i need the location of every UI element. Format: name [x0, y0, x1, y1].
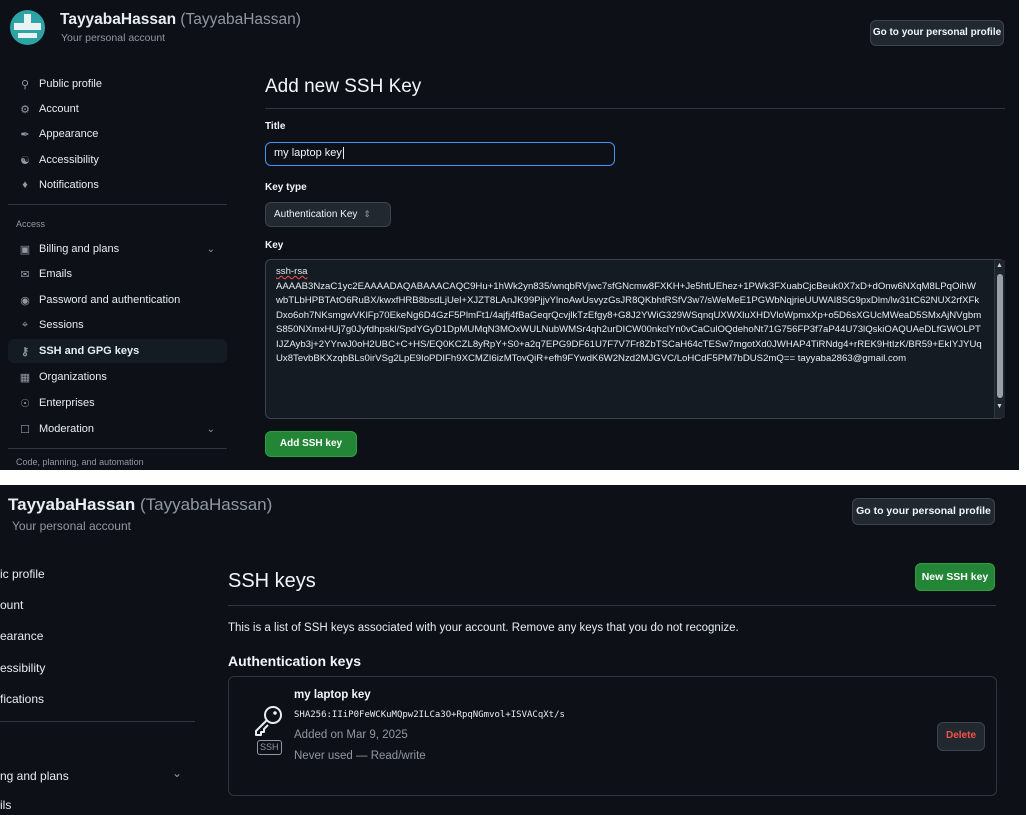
new-ssh-key-button[interactable]: New SSH key	[915, 563, 995, 591]
access-section-label: Access	[16, 219, 46, 229]
go-to-profile-button[interactable]: Go to your personal profile	[852, 498, 995, 525]
key-added-date: Added on Mar 9, 2025	[294, 729, 408, 741]
sidebar-item-moderation[interactable]: ☐ Moderation ⌄	[8, 417, 227, 441]
broadcast-icon: ⌖	[21, 318, 29, 331]
sidebar-item-accessibility[interactable]: ☯ Accessibility	[8, 148, 227, 172]
report-icon: ☐	[20, 423, 30, 436]
title-label: Title	[265, 121, 286, 132]
login-name: (TayyabaHassan)	[180, 11, 301, 28]
key-prefix: ssh-rsa	[276, 266, 308, 277]
sidebar-item-notifications[interactable]: ♦ Notifications	[8, 173, 227, 197]
sidebar-item-organizations[interactable]: ▦ Organizations	[8, 365, 227, 389]
sidebar-divider	[0, 721, 195, 722]
display-name: TayyabaHassan	[8, 495, 136, 514]
login-name: (TayyabaHassan)	[140, 495, 273, 514]
sidebar-item-label: SSH and GPG keys	[39, 345, 140, 357]
key-label: Key	[265, 240, 284, 251]
delete-key-button[interactable]: Delete	[937, 722, 985, 751]
sidebar-item-label: Sessions	[39, 319, 84, 331]
sidebar-item-emails[interactable]: ✉ Emails	[8, 262, 227, 286]
ssh-badge: SSH	[257, 740, 282, 755]
accessibility-icon: ☯	[20, 154, 30, 167]
key-icon: ⚷	[20, 345, 30, 358]
key-type-select[interactable]: Authentication Key ⇕	[265, 202, 391, 227]
sidebar-item-fragment[interactable]: fications	[0, 692, 44, 706]
sidebar-item-sessions[interactable]: ⌖ Sessions	[8, 313, 227, 337]
code-section-label: Code, planning, and automation	[16, 457, 144, 467]
key-usage: Never used — Read/write	[294, 750, 426, 762]
auth-keys-heading: Authentication keys	[228, 653, 362, 669]
display-name: TayyabaHassan	[60, 11, 177, 28]
sidebar-item-billing-and-plans[interactable]: ▣ Billing and plans ⌄	[8, 237, 227, 261]
add-ssh-key-panel: TayyabaHassan (TayyabaHassan) Your perso…	[0, 0, 1019, 470]
sidebar-item-label: Emails	[39, 268, 73, 280]
sidebar-item-label: Account	[39, 103, 79, 115]
sidebar-item-account[interactable]: ⚙ Account	[8, 97, 227, 121]
key-name: my laptop key	[294, 689, 371, 701]
key-fingerprint: SHA256:IIiP0FeWCKuMQpw2ILCa3O+RpqNGmvol+…	[294, 710, 565, 720]
sidebar-item-label: Accessibility	[39, 154, 99, 166]
sidebar-item-appearance[interactable]: ✒ Appearance	[8, 122, 227, 146]
sidebar-item-fragment[interactable]: ount	[0, 598, 23, 612]
sidebar-item-fragment[interactable]: ic profile	[0, 567, 45, 581]
gear-icon: ⚙	[20, 103, 30, 116]
sidebar-item-fragment[interactable]: earance	[0, 629, 43, 643]
title-input[interactable]: my laptop key	[265, 142, 615, 166]
ssh-keys-panel: TayyabaHassan (TayyabaHassan) Your perso…	[0, 485, 1026, 815]
sidebar-item-label: Public profile	[39, 78, 102, 90]
sidebar-item-label: Billing and plans	[39, 243, 120, 255]
go-to-profile-button[interactable]: Go to your personal profile	[870, 20, 1004, 46]
page-title: Add new SSH Key	[265, 76, 422, 97]
organization-icon: ▦	[19, 371, 31, 384]
scroll-up-icon[interactable]: ▲	[996, 262, 1003, 269]
key-textarea[interactable]: ssh-rsa AAAAB3NzaC1yc2EAAAADAQABAAACAQC9…	[265, 259, 1005, 419]
sidebar-item-label: Appearance	[39, 128, 99, 140]
globe-icon: ☉	[20, 397, 30, 410]
sidebar-item-password-and-authentication[interactable]: ◉ Password and authentication	[8, 288, 227, 312]
shield-lock-icon: ◉	[20, 294, 30, 307]
title-divider	[265, 108, 1005, 109]
sidebar-divider	[8, 448, 227, 449]
sidebar-item-label: Notifications	[39, 179, 99, 191]
avatar[interactable]	[10, 10, 45, 45]
account-subtitle: Your personal account	[12, 519, 131, 533]
sidebar-item-label: Password and authentication	[39, 294, 181, 306]
key-type-value: Authentication Key	[274, 209, 358, 220]
mail-icon: ✉	[20, 268, 30, 281]
key-icon	[255, 706, 282, 736]
chevron-down-icon: ⌄	[206, 423, 215, 435]
account-name: TayyabaHassan (TayyabaHassan)	[60, 11, 301, 29]
textarea-scrollbar[interactable]: ▲ ▼	[994, 260, 1005, 418]
sidebar-item-label: Organizations	[39, 371, 107, 383]
paintbrush-icon: ✒	[20, 128, 30, 141]
sidebar-item-label: Enterprises	[39, 397, 95, 409]
ssh-key-list-item: SSH my laptop key SHA256:IIiP0FeWCKuMQpw…	[228, 676, 997, 796]
sidebar-divider	[8, 204, 227, 205]
keys-description: This is a list of SSH keys associated wi…	[228, 622, 739, 634]
bell-icon: ♦	[22, 179, 28, 191]
sidebar-item-public-profile[interactable]: ⚲ Public profile	[8, 72, 227, 96]
sidebar-item-label: Moderation	[39, 423, 95, 435]
title-divider	[228, 605, 996, 606]
account-subtitle: Your personal account	[61, 32, 166, 44]
key-body: AAAAB3NzaC1yc2EAAAADAQABAAACAQC9Hu+1hWk2…	[276, 280, 982, 365]
sidebar-item-fragment[interactable]: essibility	[0, 661, 45, 675]
select-arrows-icon: ⇕	[363, 209, 371, 219]
person-icon: ⚲	[20, 78, 30, 91]
key-type-label: Key type	[265, 182, 307, 193]
scroll-thumb[interactable]	[997, 274, 1003, 398]
sidebar-item-fragment[interactable]: ils	[0, 798, 11, 812]
page-title: SSH keys	[228, 570, 316, 592]
chevron-down-icon: ⌄	[206, 243, 215, 255]
add-ssh-key-button[interactable]: Add SSH key	[265, 431, 357, 457]
account-name: TayyabaHassan (TayyabaHassan)	[8, 495, 272, 515]
sidebar-item-fragment[interactable]: ng and plans	[0, 769, 69, 783]
credit-card-icon: ▣	[19, 243, 31, 256]
title-input-value: my laptop key	[274, 147, 342, 159]
sidebar-item-ssh-and-gpg-keys[interactable]: ⚷ SSH and GPG keys	[8, 339, 227, 363]
chevron-down-icon: ⌄	[172, 766, 183, 780]
sidebar-item-enterprises[interactable]: ☉ Enterprises	[8, 391, 227, 415]
scroll-down-icon[interactable]: ▼	[996, 403, 1003, 410]
